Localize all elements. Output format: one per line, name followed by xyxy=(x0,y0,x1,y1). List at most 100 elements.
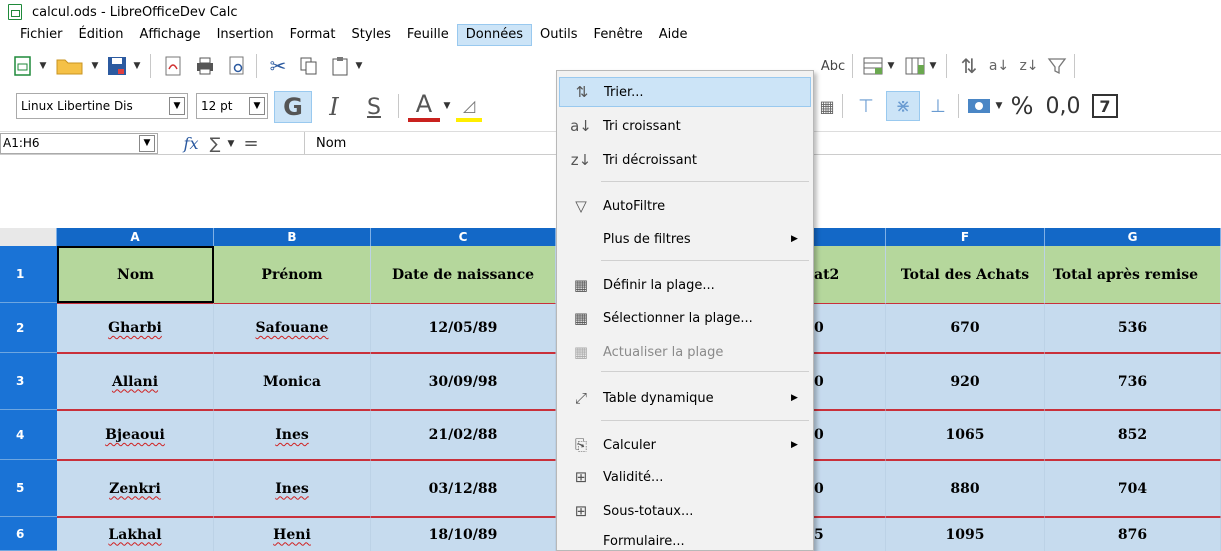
font-name-box[interactable]: Linux Libertine Dis ▼ xyxy=(16,93,188,119)
column-header-e[interactable]: E xyxy=(814,228,886,246)
font-name-dropdown-icon[interactable]: ▼ xyxy=(169,97,185,115)
column-header-b[interactable]: B xyxy=(214,228,371,246)
menu-affichage[interactable]: Affichage xyxy=(131,24,208,46)
currency-dropdown-icon[interactable]: ▼ xyxy=(994,96,1004,116)
row-header-5[interactable]: 5 xyxy=(0,460,57,517)
cell-c2[interactable]: 12/05/89 xyxy=(371,303,556,353)
sum-dropdown-icon[interactable]: ▼ xyxy=(226,134,236,154)
column-header-f[interactable]: F xyxy=(886,228,1045,246)
menu-item-calculer[interactable]: ⎘ Calculer ▶ xyxy=(559,430,811,460)
save-dropdown-icon[interactable]: ▼ xyxy=(132,56,142,76)
cell-b1[interactable]: Prénom xyxy=(214,246,371,303)
menu-item-definir-plage[interactable]: ▦ Définir la plage... xyxy=(559,270,811,300)
function-wizard-icon[interactable]: fx xyxy=(180,132,202,154)
cell-a5[interactable]: Zenkri xyxy=(57,460,214,517)
print-icon[interactable] xyxy=(194,55,216,77)
sort-toolbar-icon[interactable]: ⇅ xyxy=(958,54,980,78)
border-icon[interactable]: ▦ xyxy=(818,95,836,117)
column-header-a[interactable]: A xyxy=(57,228,214,246)
column-header-c[interactable]: C xyxy=(371,228,556,246)
copy-icon[interactable] xyxy=(298,55,320,77)
cell-e5[interactable]: 0 xyxy=(814,460,886,517)
print-preview-icon[interactable] xyxy=(226,55,248,77)
name-box[interactable]: A1:H6 ▼ xyxy=(0,133,158,154)
column-header-g[interactable]: G xyxy=(1045,228,1221,246)
cell-e6[interactable]: 5 xyxy=(814,517,886,551)
sort-ascending-toolbar-icon[interactable]: a↓ xyxy=(988,55,1010,77)
cell-c1[interactable]: Date de naissance xyxy=(371,246,556,303)
formula-input[interactable]: Nom xyxy=(316,133,346,154)
menu-item-autofiltre[interactable]: ▽ AutoFiltre xyxy=(559,191,811,221)
menu-item-tri-croissant[interactable]: a↓ Tri croissant xyxy=(559,111,811,141)
menu-fenetre[interactable]: Fenêtre xyxy=(586,24,651,46)
align-bottom-icon[interactable]: ⊥ xyxy=(924,93,952,119)
cell-f3[interactable]: 920 xyxy=(886,353,1045,410)
row-header-1[interactable]: 1 xyxy=(0,246,57,303)
cell-g4[interactable]: 852 xyxy=(1045,410,1221,460)
percent-button[interactable]: % xyxy=(1008,92,1036,120)
insert-column-icon[interactable] xyxy=(904,55,926,77)
menu-insertion[interactable]: Insertion xyxy=(209,24,282,46)
cell-e3[interactable]: 0 xyxy=(814,353,886,410)
menu-fichier[interactable]: Fichier xyxy=(12,24,71,46)
cell-f2[interactable]: 670 xyxy=(886,303,1045,353)
cell-g6[interactable]: 876 xyxy=(1045,517,1221,551)
font-color-button[interactable]: A xyxy=(408,90,440,122)
cell-f4[interactable]: 1065 xyxy=(886,410,1045,460)
cell-a3[interactable]: Allani xyxy=(57,353,214,410)
formula-icon[interactable]: = xyxy=(240,132,262,154)
menu-styles[interactable]: Styles xyxy=(343,24,398,46)
name-box-dropdown-icon[interactable]: ▼ xyxy=(139,135,155,152)
align-center-vertical-icon[interactable]: ⋇ xyxy=(886,91,920,121)
cell-g1[interactable]: Total après remise xyxy=(1045,246,1221,303)
cell-e4[interactable]: 0 xyxy=(814,410,886,460)
bold-button[interactable]: G xyxy=(274,91,312,123)
column-dropdown-icon[interactable]: ▼ xyxy=(928,56,938,76)
menu-item-plus-de-filtres[interactable]: Plus de filtres ▶ xyxy=(559,224,811,254)
cell-f1[interactable]: Total des Achats xyxy=(886,246,1045,303)
cell-a4[interactable]: Bjeaoui xyxy=(57,410,214,460)
italic-button[interactable]: I xyxy=(318,91,350,123)
decimal-format-button[interactable]: 0,0 xyxy=(1042,93,1084,119)
new-dropdown-icon[interactable]: ▼ xyxy=(38,56,48,76)
row-dropdown-icon[interactable]: ▼ xyxy=(886,56,896,76)
cell-c4[interactable]: 21/02/88 xyxy=(371,410,556,460)
menu-item-sous-totaux[interactable]: ⊞ Sous-totaux... xyxy=(559,496,811,526)
align-top-icon[interactable]: ⊤ xyxy=(852,93,880,119)
menu-edition[interactable]: Édition xyxy=(71,24,132,46)
menu-item-formulaire[interactable]: Formulaire... xyxy=(559,526,811,551)
menu-feuille[interactable]: Feuille xyxy=(399,24,457,46)
highlight-icon[interactable]: ◿ xyxy=(456,92,482,122)
autofilter-toolbar-icon[interactable] xyxy=(1046,55,1068,77)
row-header-4[interactable]: 4 xyxy=(0,410,57,460)
cell-a2[interactable]: Gharbi xyxy=(57,303,214,353)
paste-icon[interactable] xyxy=(330,55,352,77)
cell-c6[interactable]: 18/10/89 xyxy=(371,517,556,551)
save-icon[interactable] xyxy=(106,55,128,77)
cell-a6[interactable]: Lakhal xyxy=(57,517,214,551)
cell-f6[interactable]: 1095 xyxy=(886,517,1045,551)
menu-format[interactable]: Format xyxy=(282,24,344,46)
cell-e1[interactable]: at2 xyxy=(814,246,886,303)
cell-a1[interactable]: Nom xyxy=(57,246,214,303)
menu-outils[interactable]: Outils xyxy=(532,24,586,46)
number-format-button[interactable]: 7 xyxy=(1092,94,1118,118)
menu-item-trier[interactable]: ⇅ Trier... xyxy=(559,77,811,107)
insert-row-icon[interactable] xyxy=(862,55,884,77)
menu-item-table-dynamique[interactable]: ⤢ Table dynamique ▶ xyxy=(559,383,811,413)
cell-f5[interactable]: 880 xyxy=(886,460,1045,517)
export-pdf-icon[interactable] xyxy=(162,55,184,77)
cell-c3[interactable]: 30/09/98 xyxy=(371,353,556,410)
spellcheck-icon[interactable]: Abc xyxy=(820,55,846,77)
paste-dropdown-icon[interactable]: ▼ xyxy=(354,56,364,76)
cell-b3[interactable]: Monica xyxy=(214,353,371,410)
cell-g3[interactable]: 736 xyxy=(1045,353,1221,410)
row-header-3[interactable]: 3 xyxy=(0,353,57,410)
sort-descending-toolbar-icon[interactable]: z↓ xyxy=(1018,55,1040,77)
underline-button[interactable]: S xyxy=(358,91,390,123)
menu-aide[interactable]: Aide xyxy=(651,24,696,46)
row-header-6[interactable]: 6 xyxy=(0,517,57,551)
new-document-icon[interactable] xyxy=(12,55,34,77)
cell-b2[interactable]: Safouane xyxy=(214,303,371,353)
font-color-dropdown-icon[interactable]: ▼ xyxy=(442,96,452,116)
